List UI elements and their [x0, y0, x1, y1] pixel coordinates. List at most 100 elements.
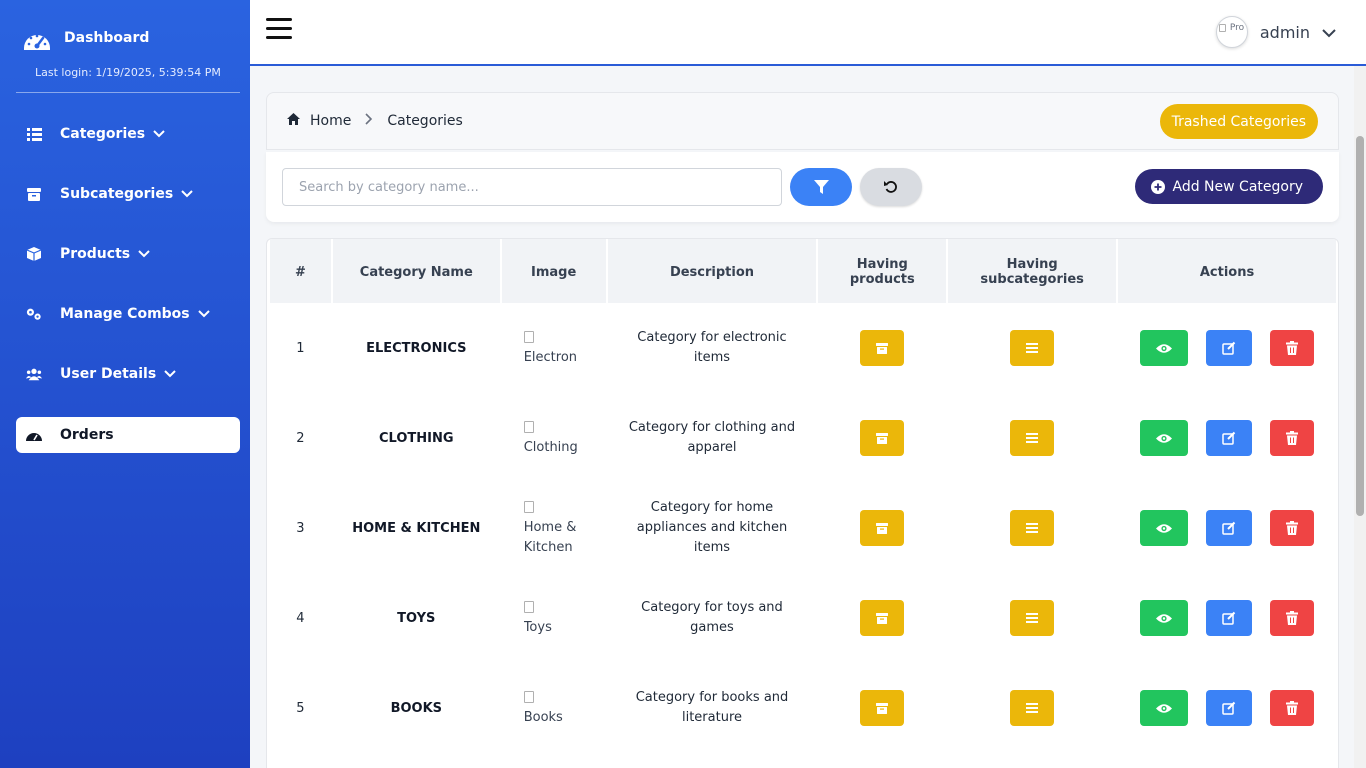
- bars-icon: [1026, 433, 1039, 443]
- edit-icon: [1222, 341, 1236, 355]
- speedometer-icon: [24, 34, 50, 50]
- sidebar-item-label: Manage Combos: [60, 306, 190, 322]
- chevron-down-icon: [153, 126, 165, 142]
- delete-button[interactable]: [1270, 690, 1315, 726]
- box-icon: [876, 342, 889, 354]
- view-products-button[interactable]: [860, 690, 905, 726]
- image-alt-text: Toys: [523, 620, 552, 635]
- edit-button[interactable]: [1206, 510, 1253, 546]
- sidebar-item-label: Orders: [60, 427, 114, 443]
- image-alt-text: Clothing: [523, 440, 578, 455]
- last-login-text: Last login: 1/19/2025, 5:39:54 PM: [35, 66, 221, 79]
- search-toolbar: Add New Category: [266, 152, 1339, 222]
- sidebar-item-orders[interactable]: Orders: [16, 417, 240, 453]
- category-description: Category for electronic items: [637, 330, 787, 365]
- delete-button[interactable]: [1270, 510, 1315, 546]
- broken-image-icon: [523, 691, 534, 703]
- breadcrumb-bar: Home Categories Trashed Categories: [266, 92, 1339, 150]
- header-having-subcategories: Having subcategories: [948, 239, 1117, 303]
- add-button-label: Add New Category: [1172, 178, 1304, 195]
- category-image: Books: [502, 663, 606, 753]
- view-products-button[interactable]: [860, 600, 905, 636]
- trash-icon: [1286, 521, 1299, 535]
- broken-image-icon: [523, 421, 534, 433]
- view-button[interactable]: [1140, 600, 1189, 636]
- broken-image-icon: [523, 601, 534, 613]
- delete-button[interactable]: [1270, 600, 1315, 636]
- category-name: TOYS: [397, 610, 436, 626]
- header-category-name: Category Name: [332, 239, 500, 303]
- header-line: subcategories: [980, 272, 1084, 287]
- user-menu[interactable]: Pro admin: [1215, 16, 1336, 48]
- header-line: Having: [1006, 257, 1058, 272]
- view-subcategories-button[interactable]: [1010, 420, 1055, 456]
- trash-icon: [1286, 701, 1299, 715]
- view-button[interactable]: [1140, 420, 1189, 456]
- plus-circle-icon: [1150, 179, 1165, 194]
- eye-icon: [1156, 343, 1173, 353]
- edit-button[interactable]: [1206, 690, 1253, 726]
- sidebar-item-subcategories[interactable]: Subcategories: [16, 176, 240, 212]
- eye-icon: [1156, 613, 1173, 623]
- header-number: #: [270, 239, 331, 303]
- edit-icon: [1222, 701, 1236, 715]
- view-products-button[interactable]: [860, 420, 905, 456]
- edit-button[interactable]: [1206, 420, 1253, 456]
- category-description: Category for home appliances and kitchen…: [636, 500, 788, 555]
- username: admin: [1259, 22, 1310, 42]
- chevron-down-icon: [197, 306, 210, 322]
- sidebar-item-label: User Details: [60, 366, 157, 382]
- having-subcategories-cell: [948, 483, 1116, 573]
- add-new-category-button[interactable]: Add New Category: [1134, 169, 1323, 204]
- bars-icon: [1026, 343, 1039, 353]
- reset-button[interactable]: [860, 168, 922, 206]
- filter-button[interactable]: [790, 168, 852, 206]
- edit-icon: [1222, 521, 1236, 535]
- category-description: Category for toys and games: [641, 600, 783, 635]
- search-input[interactable]: [282, 168, 782, 206]
- actions-cell: [1118, 393, 1336, 483]
- view-products-button[interactable]: [860, 330, 905, 366]
- sidebar-item-products[interactable]: Products: [16, 236, 240, 272]
- scrollbar[interactable]: [1354, 66, 1366, 768]
- edit-icon: [1222, 431, 1236, 445]
- breadcrumb-current: Categories: [387, 113, 463, 129]
- trashed-categories-button[interactable]: Trashed Categories: [1159, 104, 1318, 139]
- categories-table: # Category Name Image Description Having…: [268, 239, 1338, 753]
- categories-table-card: # Category Name Image Description Having…: [266, 238, 1339, 768]
- header-image: Image: [501, 239, 606, 303]
- box-icon: [26, 186, 42, 202]
- dashboard-link[interactable]: Dashboard: [22, 26, 149, 56]
- home-icon: [287, 113, 300, 129]
- breadcrumb-home-link[interactable]: Home: [310, 113, 351, 129]
- having-subcategories-cell: [948, 573, 1116, 663]
- chevron-right-icon: [365, 113, 373, 129]
- view-subcategories-button[interactable]: [1010, 330, 1055, 366]
- view-subcategories-button[interactable]: [1010, 690, 1055, 726]
- delete-button[interactable]: [1270, 420, 1315, 456]
- eye-icon: [1156, 703, 1173, 713]
- view-button[interactable]: [1140, 690, 1189, 726]
- table-row: 5 BOOKS Books Category for books and lit…: [270, 663, 1336, 753]
- view-subcategories-button[interactable]: [1010, 510, 1055, 546]
- edit-button[interactable]: [1206, 600, 1253, 636]
- category-name: HOME & KITCHEN: [352, 520, 481, 536]
- sidebar-item-categories[interactable]: Categories: [16, 116, 240, 152]
- trash-icon: [1286, 341, 1299, 355]
- view-subcategories-button[interactable]: [1010, 600, 1055, 636]
- avatar: Pro: [1215, 16, 1248, 48]
- category-name: CLOTHING: [379, 430, 454, 446]
- hamburger-menu-icon[interactable]: [266, 18, 292, 42]
- edit-button[interactable]: [1206, 330, 1253, 366]
- table-row: 3 HOME & KITCHEN Home & Kitchen Category …: [270, 483, 1336, 573]
- scrollbar-thumb[interactable]: [1356, 136, 1364, 516]
- view-button[interactable]: [1140, 510, 1189, 546]
- filter-icon: [813, 180, 829, 194]
- view-button[interactable]: [1140, 330, 1189, 366]
- view-products-button[interactable]: [860, 510, 905, 546]
- delete-button[interactable]: [1270, 330, 1315, 366]
- eye-icon: [1156, 433, 1173, 443]
- sidebar-item-user-details[interactable]: User Details: [16, 356, 240, 392]
- row-number: 2: [296, 430, 305, 446]
- sidebar-item-manage-combos[interactable]: Manage Combos: [16, 296, 240, 332]
